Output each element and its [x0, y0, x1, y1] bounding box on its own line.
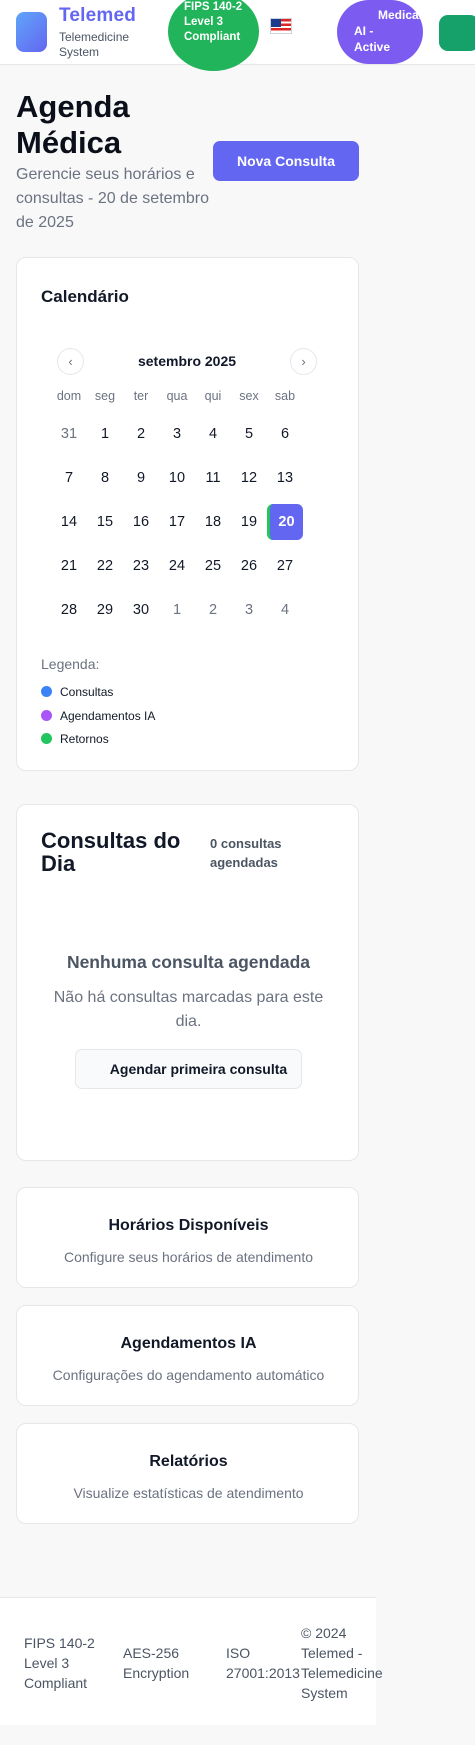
ai-scheduling-card[interactable]: Agendamentos IA Configurações do agendam… — [16, 1305, 359, 1406]
footer: FIPS 140-2 Level 3 Compliant AES-256 Enc… — [0, 1597, 383, 1725]
calendar-day[interactable]: 14 — [51, 504, 87, 540]
weekday-sex: sex — [239, 389, 259, 403]
calendar-day[interactable]: 15 — [87, 504, 123, 540]
calendar-day[interactable]: 19 — [231, 504, 267, 540]
available-hours-card[interactable]: Horários Disponíveis Configure seus horá… — [16, 1187, 359, 1288]
calendar-day[interactable]: 3 — [159, 416, 195, 452]
weekday-header: dom seg ter qua qui sex sab — [51, 389, 339, 405]
medical-ai-status-badge[interactable]: Medical AI - Active — [337, 0, 423, 64]
calendar-day[interactable]: 23 — [123, 548, 159, 584]
brand-subtitle: Telemedicine System — [59, 30, 130, 59]
fips-badge: FIPS 140-2 Level 3 Compliant — [168, 0, 259, 71]
logo-icon[interactable] — [16, 12, 47, 52]
legend-label: Consultas — [60, 685, 114, 699]
chevron-right-icon[interactable]: › — [290, 348, 317, 375]
available-hours-title: Horários Disponíveis — [108, 1217, 269, 1234]
new-appointment-label: Nova Consulta — [236, 153, 335, 169]
weekday-ter: ter — [133, 389, 149, 403]
reports-card[interactable]: Relatórios Visualize estatísticas de ate… — [16, 1423, 359, 1524]
user-menu-button[interactable] — [439, 15, 475, 51]
legend-label: Retornos — [60, 732, 109, 746]
empty-state-text: Não há consultas marcadas para este dia. — [53, 989, 324, 1030]
daily-appointments-title: Consultas do Dia — [41, 828, 181, 876]
brand-title[interactable]: Telemed — [59, 5, 136, 27]
calendar-day-outside[interactable]: 2 — [195, 592, 231, 628]
calendar-day[interactable]: 18 — [195, 504, 231, 540]
consultas-dot-icon — [41, 686, 52, 697]
calendar-day[interactable]: 6 — [267, 416, 303, 452]
daily-appointments-card: Consultas do Dia 0 consultas agendadas N… — [16, 804, 359, 1161]
us-flag-icon[interactable] — [270, 18, 292, 34]
calendar-grid: 31 1 2 3 4 5 6 7 8 9 10 11 12 13 14 15 16 17 18 19 20 21 22 23 2… — [51, 416, 339, 636]
calendar-day[interactable]: 24 — [159, 548, 195, 584]
weekday-seg: seg — [94, 389, 116, 403]
calendar-day[interactable]: 25 — [195, 548, 231, 584]
ai-badge-line1: Medical — [378, 8, 423, 22]
new-appointment-button[interactable]: Nova Consulta — [213, 141, 359, 181]
available-hours-subtitle: Configure seus horários de atendimento — [63, 1249, 314, 1265]
ai-scheduling-subtitle: Configurações do agendamento automático — [52, 1367, 325, 1383]
reports-title: Relatórios — [149, 1453, 228, 1470]
calendar-day[interactable]: 13 — [267, 460, 303, 496]
calendar-day-outside[interactable]: 3 — [231, 592, 267, 628]
legend-item-agendamentos-ia: Agendamentos IA — [41, 709, 155, 723]
calendar-day[interactable]: 30 — [123, 592, 159, 628]
agendamentos-ia-dot-icon — [41, 710, 52, 721]
footer-fips: FIPS 140-2 Level 3 Compliant — [24, 1635, 95, 1691]
fips-badge-label: FIPS 140-2 Level 3 Compliant — [184, 1, 243, 43]
calendar-day-outside[interactable]: 4 — [267, 592, 303, 628]
flag-canton — [271, 19, 281, 27]
chevron-left-icon[interactable]: ‹ — [57, 348, 84, 375]
ai-scheduling-title: Agendamentos IA — [120, 1335, 257, 1352]
page-subtitle: Gerencie seus horários e consultas - 20 … — [16, 166, 209, 231]
calendar-day[interactable]: 21 — [51, 548, 87, 584]
calendar-day[interactable]: 29 — [87, 592, 123, 628]
weekday-sab: sab — [274, 389, 296, 403]
calendar-day[interactable]: 8 — [87, 460, 123, 496]
retornos-dot-icon — [41, 733, 52, 744]
calendar-day[interactable]: 2 — [123, 416, 159, 452]
calendar-day[interactable]: 28 — [51, 592, 87, 628]
calendar-day[interactable]: 5 — [231, 416, 267, 452]
weekday-dom: dom — [56, 389, 82, 403]
schedule-first-appointment-button[interactable]: Agendar primeira consulta — [75, 1049, 302, 1089]
calendar-day[interactable]: 7 — [51, 460, 87, 496]
calendar-day[interactable]: 10 — [159, 460, 195, 496]
appointments-count: 0 consultas agendadas — [210, 836, 282, 870]
calendar-day[interactable]: 22 — [87, 548, 123, 584]
legend-label: Agendamentos IA — [60, 709, 156, 723]
calendar-day-outside[interactable]: 31 — [51, 416, 87, 452]
calendar-day[interactable]: 20 — [267, 504, 303, 540]
calendar-month: setembro 2025 — [137, 353, 237, 369]
calendar-day[interactable]: 17 — [159, 504, 195, 540]
calendar-day[interactable]: 11 — [195, 460, 231, 496]
page-title: Agenda Médica — [16, 89, 130, 160]
legend-title: Legenda: — [41, 656, 100, 672]
weekday-qui: qui — [204, 389, 222, 403]
reports-subtitle: Visualize estatísticas de atendimento — [73, 1485, 304, 1501]
top-header: Telemed Telemedicine System FIPS 140-2 L… — [0, 0, 475, 71]
calendar-day[interactable]: 16 — [123, 504, 159, 540]
footer-iso: ISO 27001:2013 — [226, 1645, 300, 1681]
footer-copyright: © 2024 Telemed - Telemedicine System — [301, 1625, 383, 1701]
legend-item-consultas: Consultas — [41, 685, 113, 699]
calendar-day[interactable]: 4 — [195, 416, 231, 452]
ai-badge-line2: AI - Active — [354, 24, 391, 54]
footer-encryption: AES-256 Encryption — [123, 1645, 190, 1681]
empty-state-title: Nenhuma consulta agendada — [66, 952, 311, 972]
calendar-day[interactable]: 26 — [231, 548, 267, 584]
calendar-card: Calendário ‹ setembro 2025 › dom seg ter qu… — [16, 257, 359, 771]
calendar-day-outside[interactable]: 1 — [159, 592, 195, 628]
calendar-day[interactable]: 12 — [231, 460, 267, 496]
weekday-qua: qua — [166, 389, 188, 403]
calendar-day[interactable]: 9 — [123, 460, 159, 496]
calendar-title: Calendário — [41, 287, 129, 306]
calendar-day[interactable]: 27 — [267, 548, 303, 584]
calendar-day[interactable]: 1 — [87, 416, 123, 452]
legend-item-retornos: Retornos — [41, 732, 109, 746]
